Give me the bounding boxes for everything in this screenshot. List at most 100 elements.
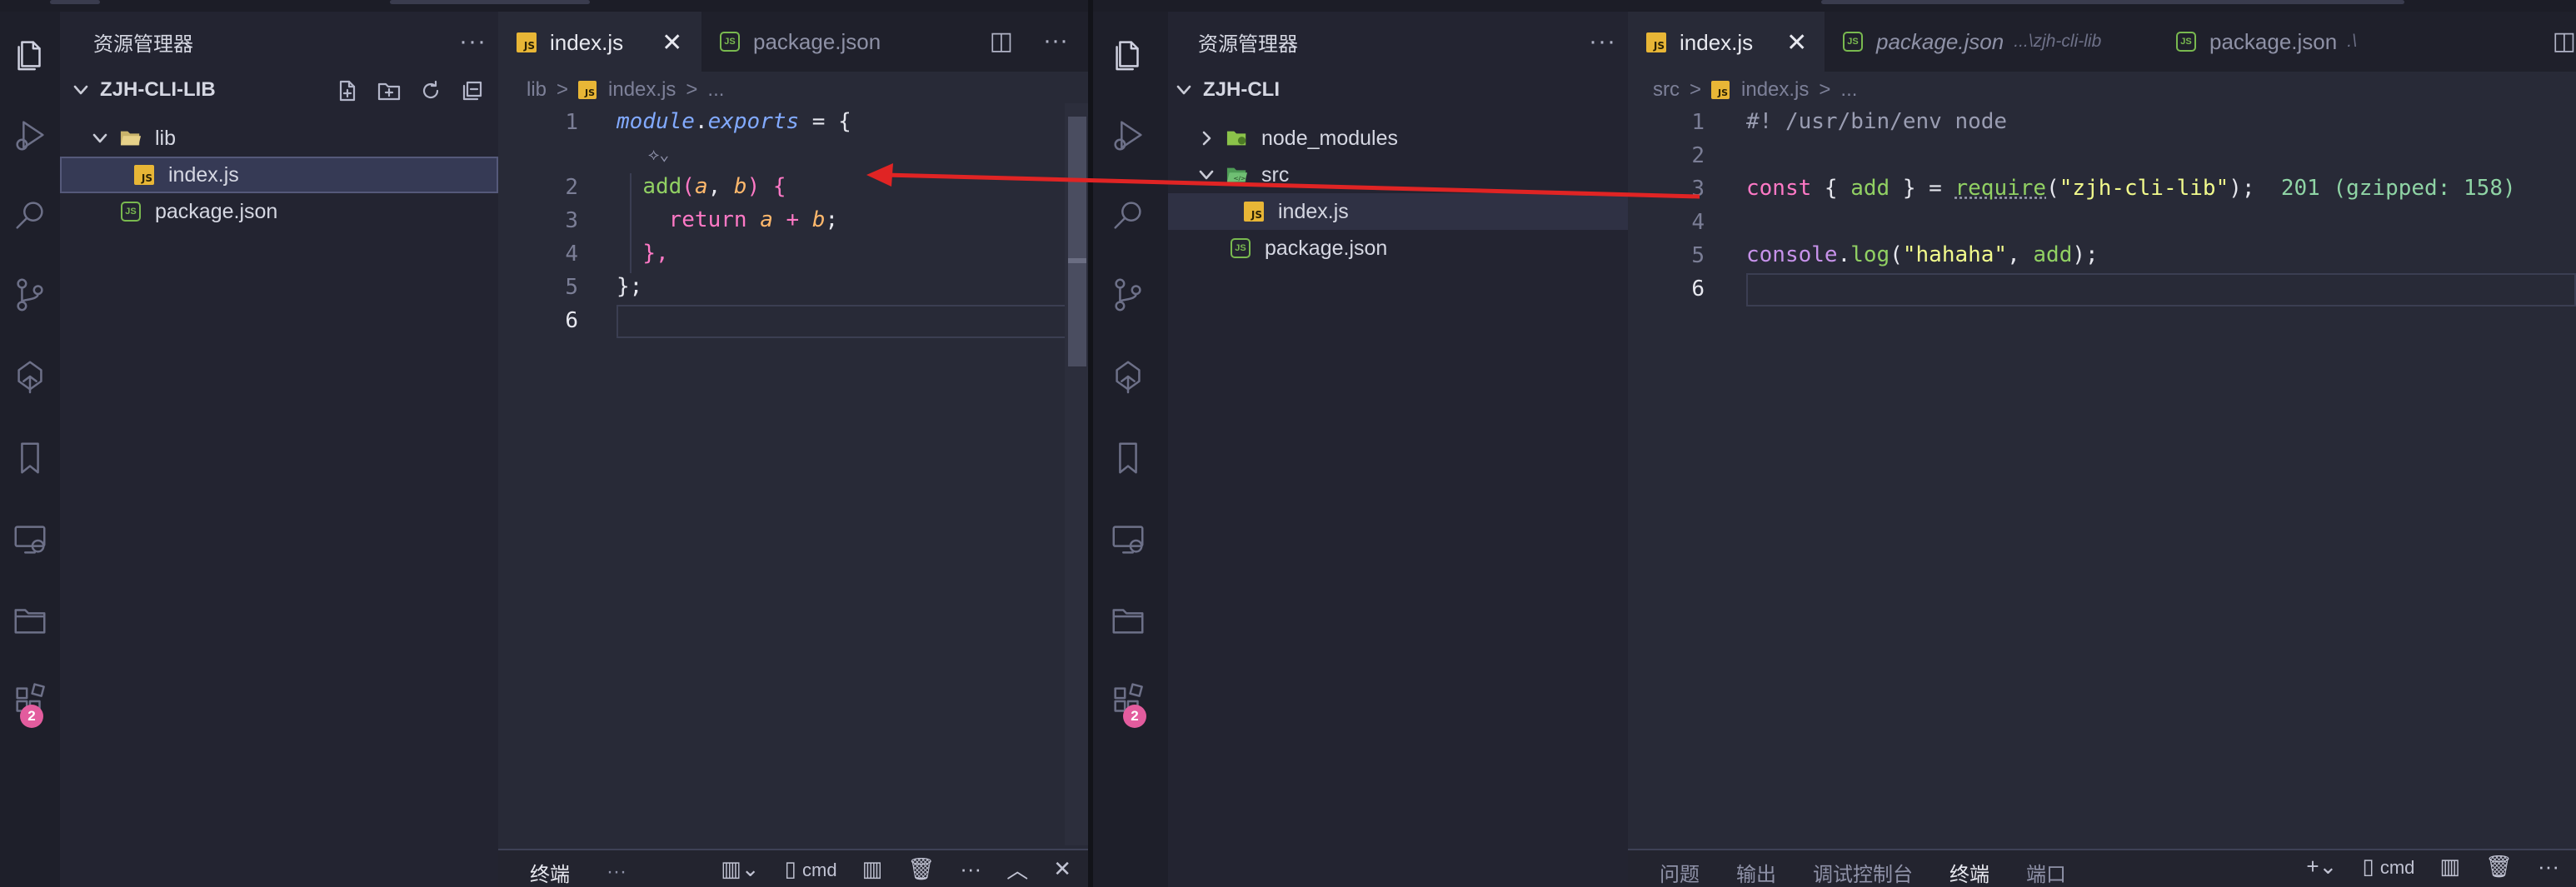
breadcrumb-file[interactable]: index.js	[608, 78, 676, 102]
project-manager-icon[interactable]	[1088, 586, 1168, 653]
collapse-all-icon[interactable]	[460, 78, 485, 103]
code-line: console.log("hahaha", add);	[1746, 242, 2099, 267]
breadcrumb-symbol[interactable]: ...	[707, 78, 724, 102]
explorer-actions	[335, 78, 485, 103]
terminal-panel: 终端 ··· ▥⌄ ▯ cmd ▥ 🗑 ··· ︿ ✕	[498, 849, 1088, 887]
tree-file-package-json[interactable]: JS package.json	[60, 193, 498, 230]
bookmark-icon[interactable]	[0, 425, 60, 491]
extensions-icon[interactable]: 2	[0, 668, 60, 735]
tab-package-json-local[interactable]: JS package.json .\	[2158, 12, 2408, 72]
panel-tab-problems[interactable]: 问题	[1660, 858, 1700, 887]
new-file-icon[interactable]	[335, 78, 360, 103]
code-content[interactable]: module.exports = { ⟡⌄ add(a, b) { return…	[617, 105, 851, 305]
source-control-icon[interactable]	[0, 262, 60, 328]
split-editor-icon[interactable]: ◫	[2553, 27, 2576, 56]
panel-tab-debug-console[interactable]: 调试控制台	[1813, 858, 1913, 887]
breadcrumb-symbol[interactable]: ...	[1840, 78, 1857, 102]
code-line: #! /usr/bin/env node	[1746, 109, 2008, 134]
window-divider	[1088, 0, 1093, 887]
bookmark-icon[interactable]	[1088, 425, 1168, 491]
extensions-badge: 2	[1123, 705, 1146, 728]
panel-more-icon[interactable]: ···	[960, 856, 981, 882]
panel-tab-output[interactable]: 输出	[1736, 858, 1776, 887]
extensions-badge: 2	[20, 705, 43, 728]
remote-explorer-icon[interactable]	[1088, 506, 1168, 573]
panel-more-button[interactable]: ···	[607, 860, 627, 884]
terminal-shell-icon[interactable]: ▯ cmd	[785, 856, 837, 882]
js-file-icon: JS	[578, 81, 597, 99]
split-editor-icon[interactable]: ◫	[990, 27, 1013, 56]
code-content[interactable]: #! /usr/bin/env node const { add } = req…	[1746, 105, 2516, 267]
run-debug-icon[interactable]	[0, 102, 60, 168]
search-icon[interactable]	[0, 182, 60, 248]
tree-folder-src[interactable]: </> src	[1168, 157, 1628, 193]
tree-file-package-json[interactable]: JS package.json	[1168, 230, 1628, 267]
project-section-header[interactable]: ZJH-CLI	[1168, 72, 1628, 108]
close-tab-icon[interactable]: ✕	[1786, 28, 1807, 57]
code-line: },	[642, 241, 669, 266]
chevron-right-icon: >	[686, 78, 698, 101]
search-icon[interactable]	[1088, 182, 1168, 248]
panel-tab-terminal[interactable]: 终端	[530, 858, 570, 887]
code-line: add(a, b) {	[642, 174, 786, 199]
line-number: 3	[1691, 177, 1705, 202]
tree-item-label: index.js	[168, 162, 239, 187]
line-numbers: 1 2 3 4 5 6	[1628, 12, 1705, 345]
project-manager-icon[interactable]	[0, 586, 60, 653]
remote-explorer-icon[interactable]	[0, 506, 60, 573]
line-numbers: 1 2 3 4 5 6	[498, 12, 578, 345]
trash-icon[interactable]: 🗑	[907, 856, 935, 882]
tree-folder-lib[interactable]: lib	[60, 120, 498, 157]
split-panel-icon[interactable]: ▥	[2439, 854, 2460, 880]
editor-scrollbar[interactable]	[1065, 103, 1088, 845]
editor-area: JS index.js ✕ JS package.json ...\zjh-cl…	[1628, 12, 2576, 887]
chevron-down-icon	[1196, 167, 1216, 183]
tree-folder-node-modules[interactable]: node_modules	[1168, 120, 1628, 157]
extensions-icon[interactable]: 2	[1088, 668, 1168, 735]
new-terminal-icon[interactable]: +⌄	[2306, 854, 2337, 880]
code-line: };	[617, 274, 643, 299]
json-file-icon: JS	[2176, 32, 2196, 52]
new-folder-icon[interactable]	[377, 78, 402, 103]
sidebar-more-button[interactable]: ···	[459, 27, 487, 56]
chevron-right-icon: >	[1819, 78, 1831, 101]
line-number: 5	[565, 275, 578, 300]
activity-bar: 2	[0, 12, 60, 887]
tab-package-json[interactable]: JS package.json	[701, 12, 901, 72]
tab-label: package.json	[2209, 28, 2338, 54]
js-file-icon: JS	[1711, 81, 1730, 99]
explorer-icon[interactable]	[0, 20, 60, 87]
maximize-panel-icon[interactable]: ︿	[1006, 854, 1028, 885]
split-panel-icon[interactable]: ▥	[862, 856, 883, 882]
tree-file-index-js[interactable]: JS index.js	[60, 157, 498, 193]
tree-item-label: index.js	[1278, 199, 1349, 223]
terminal-shell-icon[interactable]: ▯ cmd	[2362, 854, 2414, 880]
close-tab-icon[interactable]: ✕	[661, 28, 682, 57]
panel-tab-ports[interactable]: 端口	[2026, 858, 2066, 887]
run-debug-icon[interactable]	[1088, 102, 1168, 168]
explorer-sidebar: 资源管理器 ··· ZJH-CLI node_modules </> src J…	[1168, 12, 1628, 887]
tab-package-json-lib[interactable]: JS package.json ...\zjh-cli-lib	[1825, 12, 2158, 72]
source-control-icon[interactable]	[1088, 262, 1168, 328]
explorer-icon[interactable]	[1088, 20, 1168, 87]
editor-area: JS index.js ✕ JS package.json ◫ ··· lib …	[498, 12, 1088, 887]
breadcrumb-file[interactable]: index.js	[1741, 78, 1809, 102]
close-panel-icon[interactable]: ✕	[1053, 856, 1071, 882]
line-number: 4	[1691, 210, 1705, 235]
tree-item-label: package.json	[155, 199, 278, 223]
tree-extension-icon[interactable]	[0, 343, 60, 410]
tree-file-index-js[interactable]: JS index.js	[1168, 193, 1628, 230]
editor-more-icon[interactable]: ···	[1043, 27, 1068, 56]
tree-item-label: lib	[155, 126, 177, 150]
explorer-sidebar: 资源管理器 ··· ZJH-CLI-LIB lib JS index.js JS…	[60, 12, 498, 887]
tab-label: package.json	[753, 28, 881, 54]
tab-description: .\	[2347, 32, 2357, 51]
window-title-strip	[0, 0, 1088, 12]
panel-more-icon[interactable]: ···	[2538, 854, 2559, 880]
split-terminal-icon[interactable]: ▥⌄	[721, 856, 759, 882]
panel-tab-terminal[interactable]: 终端	[1949, 858, 1989, 887]
trash-icon[interactable]: 🗑	[2485, 854, 2513, 880]
tree-extension-icon[interactable]	[1088, 343, 1168, 410]
refresh-icon[interactable]	[418, 78, 443, 103]
sidebar-more-button[interactable]: ···	[1589, 27, 1616, 56]
